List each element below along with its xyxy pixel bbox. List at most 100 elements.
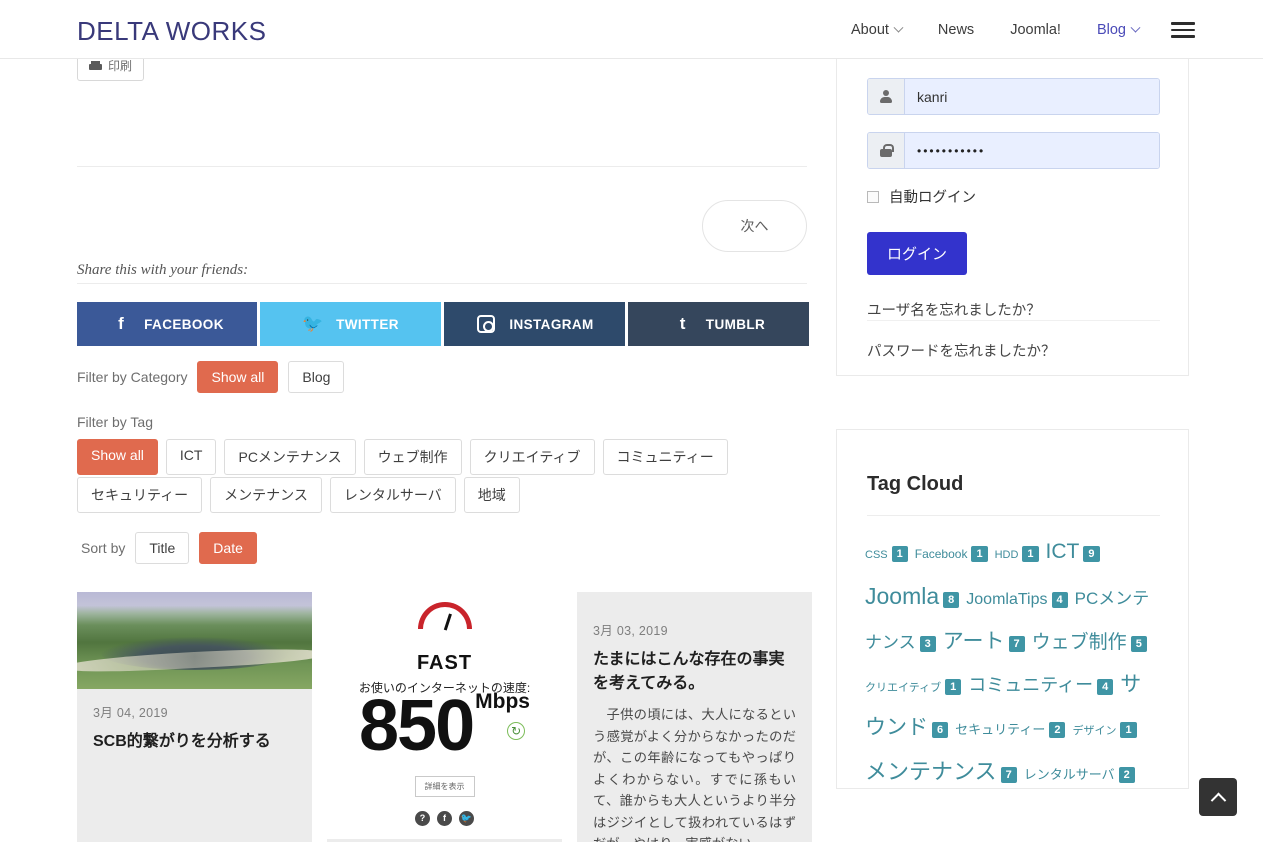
password-field[interactable]: ••••••••••• bbox=[867, 132, 1160, 169]
tag-cloud-count-badge: 8 bbox=[943, 591, 960, 608]
tag-chip-show-all[interactable]: Show all bbox=[77, 439, 158, 475]
tag-cloud-item[interactable]: デザイン bbox=[1072, 725, 1116, 737]
tag-cloud-count-badge: 3 bbox=[919, 635, 936, 652]
tag-cloud-item[interactable]: ウェブ制作 bbox=[1032, 632, 1127, 653]
tag-cloud-item[interactable]: セキュリティー bbox=[955, 722, 1045, 737]
twitter-icon: 🐦 bbox=[302, 314, 324, 333]
tag-cloud-count-badge: 4 bbox=[1051, 591, 1068, 608]
article-title[interactable]: たまにはこんな存在の事実を考えてみる。 bbox=[593, 648, 796, 696]
share-facebook-label: FACEBOOK bbox=[144, 316, 224, 332]
article-card[interactable]: 3月 04, 2019 SCB的繋がりを分析する bbox=[77, 592, 312, 842]
tag-chip-rental-server[interactable]: レンタルサーバ bbox=[329, 477, 456, 513]
nav-item-blog[interactable]: Blog bbox=[1079, 18, 1157, 42]
sort-control: Sort by Title Date bbox=[81, 532, 257, 564]
page-content: 印刷 次へ Share this with your friends: f FA… bbox=[0, 0, 1263, 842]
printer-icon bbox=[89, 60, 102, 71]
divider bbox=[77, 283, 807, 284]
site-logo[interactable]: DELTA WORKS bbox=[77, 16, 266, 47]
scroll-to-top-button[interactable] bbox=[1199, 778, 1237, 816]
tag-cloud-count-badge: 6 bbox=[932, 722, 949, 739]
fast-speed-readout: 850 Mbps ↻ bbox=[327, 690, 562, 762]
tag-cloud-count-badge: 9 bbox=[1083, 545, 1100, 562]
article-card[interactable]: FAST お使いのインターネットの速度: 850 Mbps ↻ 詳細を表示 ? bbox=[327, 592, 562, 842]
nav-item-about[interactable]: About bbox=[833, 18, 920, 42]
tag-cloud-item[interactable]: CSS bbox=[865, 549, 888, 561]
tag-chip-pc-maintenance[interactable]: PCメンテナンス bbox=[224, 439, 356, 475]
facebook-icon[interactable]: f bbox=[437, 811, 452, 826]
tag-cloud-item[interactable]: アート bbox=[943, 630, 1005, 653]
tag-cloud-item[interactable]: コミュニティー bbox=[968, 675, 1093, 695]
hamburger-icon[interactable] bbox=[1171, 18, 1195, 42]
tag-cloud-count-badge: 1 bbox=[1022, 545, 1039, 562]
tag-cloud-title: Tag Cloud bbox=[867, 473, 964, 495]
fast-show-details-button[interactable]: 詳細を表示 bbox=[414, 776, 475, 797]
article-date: 3月 04, 2019 bbox=[93, 706, 168, 720]
tag-cloud-count-badge: 7 bbox=[1008, 635, 1025, 652]
tag-chip-ict[interactable]: ICT bbox=[165, 439, 217, 475]
nav-item-news[interactable]: News bbox=[920, 18, 992, 42]
share-facebook-button[interactable]: f FACEBOOK bbox=[77, 302, 257, 346]
fast-speed-unit: Mbps bbox=[475, 690, 530, 713]
tag-chip-community[interactable]: コミュニティー bbox=[602, 439, 728, 475]
share-tumblr-label: TUMBLR bbox=[705, 316, 766, 332]
category-filter-label: Filter by Category bbox=[77, 369, 188, 385]
divider bbox=[867, 515, 1160, 516]
site-header: DELTA WORKS About News Joomla! Blog bbox=[0, 0, 1263, 59]
remember-me-label: 自動ログイン bbox=[889, 190, 976, 206]
category-filter: Filter by Category Show all Blog bbox=[77, 361, 345, 393]
share-twitter-button[interactable]: 🐦 TWITTER bbox=[260, 302, 441, 346]
chevron-down-icon bbox=[1130, 22, 1141, 33]
tag-chip-creative[interactable]: クリエイティブ bbox=[469, 439, 595, 475]
remember-me-row[interactable]: 自動ログイン bbox=[867, 186, 976, 207]
next-page-button[interactable]: 次へ bbox=[702, 200, 807, 252]
tag-chip-web-production[interactable]: ウェブ制作 bbox=[363, 439, 462, 475]
share-instagram-button[interactable]: INSTAGRAM bbox=[444, 302, 625, 346]
tag-cloud-count-badge: 1 bbox=[945, 679, 962, 695]
twitter-icon[interactable]: 🐦 bbox=[459, 811, 474, 826]
facebook-icon: f bbox=[118, 314, 125, 333]
tag-cloud-count-badge: 1 bbox=[891, 545, 908, 562]
tag-cloud-list: CSS 1 Facebook 1 HDD 1 ICT 9Joomla 8 JoomlaTips 4 P… bbox=[865, 530, 1162, 788]
article-card[interactable]: 3月 03, 2019 たまにはこんな存在の事実を考えてみる。 子供の頃には、大… bbox=[577, 592, 812, 842]
tag-cloud-item[interactable]: クリエイティブ bbox=[865, 682, 941, 694]
tag-cloud-count-badge: 2 bbox=[1118, 767, 1135, 784]
tag-cloud-item[interactable]: Joomla bbox=[865, 583, 939, 609]
forgot-password-link[interactable]: パスワードを忘れましたか？ bbox=[867, 340, 1056, 361]
main-navigation: About News Joomla! Blog bbox=[833, 18, 1195, 42]
article-card-list: 3月 04, 2019 SCB的繋がりを分析する FAST お使いのインターネッ… bbox=[77, 592, 812, 842]
divider bbox=[867, 320, 1160, 321]
nav-item-joomla[interactable]: Joomla! bbox=[992, 18, 1079, 42]
tag-chip-region[interactable]: 地域 bbox=[463, 477, 520, 513]
tag-cloud-item[interactable]: メンテナンス bbox=[865, 759, 997, 784]
category-chip-show-all[interactable]: Show all bbox=[197, 361, 279, 393]
help-icon[interactable]: ? bbox=[415, 811, 430, 826]
nav-label-joomla: Joomla! bbox=[1010, 22, 1061, 38]
username-input-value[interactable]: kanri bbox=[905, 79, 1159, 114]
tag-cloud-item[interactable]: Facebook bbox=[915, 547, 968, 561]
sort-chip-date[interactable]: Date bbox=[199, 532, 257, 564]
category-chip-blog[interactable]: Blog bbox=[288, 361, 345, 393]
tag-cloud-count-badge: 1 bbox=[971, 545, 988, 562]
tag-cloud-item[interactable]: JoomlaTips bbox=[966, 591, 1047, 608]
tag-chip-security[interactable]: セキュリティー bbox=[77, 477, 203, 513]
fast-speedtest-thumbnail: FAST お使いのインターネットの速度: 850 Mbps ↻ 詳細を表示 ? bbox=[327, 592, 562, 842]
username-field[interactable]: kanri bbox=[867, 78, 1160, 115]
nav-label-blog: Blog bbox=[1096, 22, 1126, 38]
article-title[interactable]: SCB的繋がりを分析する bbox=[93, 730, 296, 754]
tag-cloud-item[interactable]: レンタルサーバ bbox=[1024, 767, 1115, 782]
tag-cloud-panel: Tag Cloud CSS 1 Facebook 1 HDD 1 ICT 9Joomla 8 Jo… bbox=[836, 429, 1189, 789]
tag-cloud-count-badge: 1 bbox=[1120, 722, 1137, 739]
password-input-value[interactable]: ••••••••••• bbox=[905, 133, 1159, 168]
chevron-up-icon bbox=[1210, 792, 1226, 808]
share-tumblr-button[interactable]: t TUMBLR bbox=[628, 302, 809, 346]
tag-cloud-item[interactable]: HDD bbox=[995, 549, 1019, 561]
forgot-username-link[interactable]: ユーザ名を忘れましたか？ bbox=[867, 299, 1041, 320]
tag-cloud-count-badge: 5 bbox=[1130, 635, 1147, 652]
chevron-down-icon bbox=[893, 22, 904, 33]
sort-chip-title[interactable]: Title bbox=[135, 532, 190, 564]
tag-cloud-item[interactable]: ICT bbox=[1046, 540, 1080, 563]
tag-chip-maintenance[interactable]: メンテナンス bbox=[210, 477, 322, 513]
login-submit-button[interactable]: ログイン bbox=[867, 232, 968, 275]
remember-me-checkbox[interactable] bbox=[867, 190, 879, 203]
reload-icon[interactable]: ↻ bbox=[507, 722, 526, 740]
